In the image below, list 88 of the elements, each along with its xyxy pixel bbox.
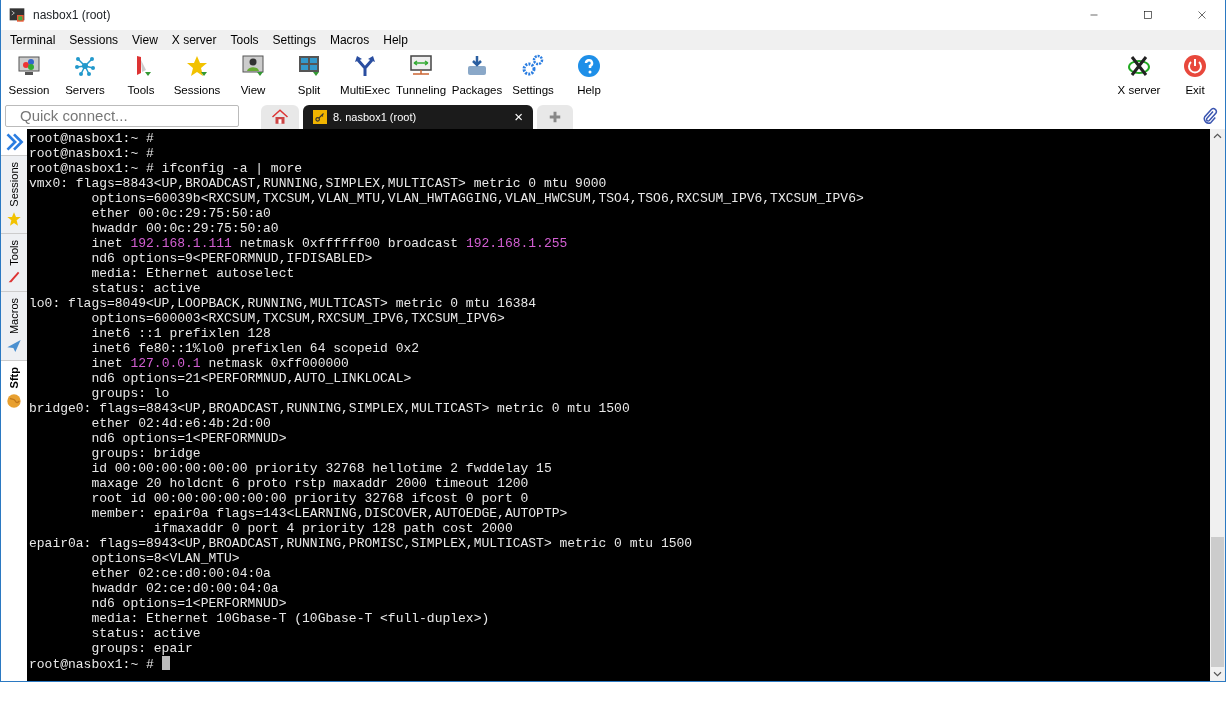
- side-tab[interactable]: Macros: [1, 291, 27, 361]
- menu-item[interactable]: Tools: [223, 30, 266, 50]
- gears-icon: [521, 54, 545, 78]
- download-drive-icon: [465, 54, 489, 78]
- terminal-line: options=8<VLAN_MTU>: [90, 551, 241, 566]
- session-tab[interactable]: 8. nasbox1 (root) ×: [303, 105, 533, 129]
- plus-icon: [547, 110, 563, 124]
- toolbar-button[interactable]: Servers: [57, 54, 113, 100]
- home-tab[interactable]: [261, 105, 299, 129]
- toolbar-button[interactable]: Tunneling: [393, 54, 449, 100]
- toolbar-button[interactable]: Settings: [505, 54, 561, 100]
- monitor-icon: [17, 54, 41, 78]
- star-icon: [6, 210, 22, 227]
- x-logo-icon: [1127, 54, 1151, 78]
- terminal-line: inet6 fe80::1%lo0 prefixlen 64 scopeid 0x2: [90, 341, 421, 356]
- terminal-line: inet6 ::1 prefixlen 128: [90, 326, 272, 341]
- menu-item[interactable]: Settings: [265, 30, 323, 50]
- toolbar-button[interactable]: Exit: [1167, 54, 1223, 100]
- menu-item[interactable]: X server: [164, 30, 224, 50]
- terminal-line: root@nasbox1:~ #: [29, 131, 155, 146]
- power-icon: [1183, 54, 1207, 78]
- terminal-line: options=60039b<RXCSUM,TXCSUM,VLAN_MTU,VLAN_HWTAGGING,VLAN_HWCSUM,TSO4,TSO6,RXCSUM_IPV6,TXCSUM_IPV6>: [90, 191, 865, 206]
- toolbar-button[interactable]: View: [225, 54, 281, 100]
- terminal-line: root@nasbox1:~ #: [29, 656, 1208, 671]
- house-icon: [271, 108, 289, 126]
- terminal-line: nd6 options=21<PERFORMNUD,AUTO_LINKLOCAL>: [90, 371, 413, 386]
- terminal-line: status: active: [90, 281, 202, 296]
- tab-label: 8. nasbox1 (root): [333, 109, 418, 125]
- toolbar-button[interactable]: MultiExec: [337, 54, 393, 100]
- star-icon: [185, 54, 209, 78]
- maximize-icon: [1141, 8, 1155, 22]
- terminal-line: ether 00:0c:29:75:50:a0: [90, 206, 272, 221]
- key-icon: [313, 110, 327, 124]
- terminal-line: root@nasbox1:~ #: [29, 146, 155, 161]
- menu-item[interactable]: Macros: [322, 30, 377, 50]
- terminal-line: id 00:00:00:00:00:00 priority 32768 hellotime 2 fwddelay 15: [90, 461, 553, 476]
- terminal-app-icon: [9, 7, 25, 23]
- split-screen-icon: [297, 54, 321, 78]
- terminal-line: nd6 options=1<PERFORMNUD>: [90, 596, 288, 611]
- toolbar-button[interactable]: Split: [281, 54, 337, 100]
- terminal-line: lo0: flags=8049<UP,LOOPBACK,RUNNING,MULTICAST> metric 0 mtu 16384: [29, 296, 538, 311]
- side-tab[interactable]: Tools: [1, 232, 27, 292]
- toolbar-button[interactable]: Packages: [449, 54, 505, 100]
- terminal-line: root@nasbox1:~ # ifconfig -a | more: [29, 161, 304, 176]
- terminal-line: root id 00:00:00:00:00:00 priority 32768 ifcost 0 port 0: [90, 491, 530, 506]
- globe-icon: [6, 392, 22, 409]
- menu-item[interactable]: Sessions: [62, 30, 126, 50]
- terminal-line: hwaddr 00:0c:29:75:50:a0: [90, 221, 280, 236]
- help-icon: [577, 54, 601, 78]
- side-tab[interactable]: Sessions: [1, 155, 27, 233]
- terminal-line: media: Ethernet autoselect: [90, 266, 296, 281]
- terminal-line: ifmaxaddr 0 port 4 priority 128 path cost 2000: [152, 521, 514, 536]
- user-monitor-icon: [241, 54, 265, 78]
- paperclip-icon: [1201, 107, 1219, 125]
- terminal-line: epair0a: flags=8943<UP,BROADCAST,RUNNING,PROMISC,SIMPLEX,MULTICAST> metric 0 mtu 1500: [29, 536, 694, 551]
- menu-item[interactable]: View: [125, 30, 165, 50]
- network-nodes-icon: [73, 54, 97, 78]
- terminal-line: vmx0: flags=8843<UP,BROADCAST,RUNNING,SIMPLEX,MULTICAST> metric 0 mtu 9000: [29, 176, 608, 191]
- tunnel-monitor-icon: [409, 54, 433, 78]
- terminal-line: nd6 options=9<PERFORMNUD,IFDISABLED>: [90, 251, 374, 266]
- terminal-line: hwaddr 02:ce:d0:00:04:0a: [90, 581, 280, 596]
- terminal-line: inet 192.168.1.111 netmask 0xffffff00 broadcast 192.168.1.255: [90, 236, 569, 251]
- terminal-line: ether 02:4d:e6:4b:2d:00: [90, 416, 272, 431]
- terminal-line: groups: lo: [90, 386, 171, 401]
- window-title: nasbox1 (root): [33, 7, 112, 24]
- toolbar-button[interactable]: Help: [561, 54, 617, 100]
- toolbar-button[interactable]: Sessions: [169, 54, 225, 100]
- terminal-line: groups: epair: [90, 641, 194, 656]
- terminal-line: maxage 20 holdcnt 6 proto rstp maxaddr 2000 timeout 1200: [90, 476, 530, 491]
- terminal-line: nd6 options=1<PERFORMNUD>: [90, 431, 288, 446]
- menu-item[interactable]: Help: [376, 30, 415, 50]
- new-tab-button[interactable]: [537, 105, 573, 129]
- terminal-line: options=600003<RXCSUM,TXCSUM,RXCSUM_IPV6,TXCSUM_IPV6>: [90, 311, 506, 326]
- tab-close-icon[interactable]: ×: [514, 105, 523, 129]
- terminal-line: groups: bridge: [90, 446, 202, 461]
- terminal-line: inet 127.0.0.1 netmask 0xff000000: [90, 356, 350, 371]
- paper-plane-icon: [6, 338, 22, 355]
- menu-item[interactable]: Terminal: [3, 30, 63, 50]
- toolbar-button[interactable]: Tools: [113, 54, 169, 100]
- terminal-line: bridge0: flags=8843<UP,BROADCAST,RUNNING,SIMPLEX,MULTICAST> metric 0 mtu 1500: [29, 401, 631, 416]
- toolbar-button[interactable]: Session: [1, 54, 57, 100]
- terminal-line: ether 02:ce:d0:00:04:0a: [90, 566, 272, 581]
- fork-arrows-icon: [353, 54, 377, 78]
- terminal-line: status: active: [90, 626, 202, 641]
- terminal-line: media: Ethernet 10Gbase-T (10Gbase-T <full-duplex>): [90, 611, 491, 626]
- quick-connect-field[interactable]: Quick connect...: [5, 105, 239, 127]
- terminal-line: member: epair0a flags=143<LEARNING,DISCOVER,AUTOEDGE,AUTOPTP>: [90, 506, 569, 521]
- toolbar-button[interactable]: X server: [1111, 54, 1167, 100]
